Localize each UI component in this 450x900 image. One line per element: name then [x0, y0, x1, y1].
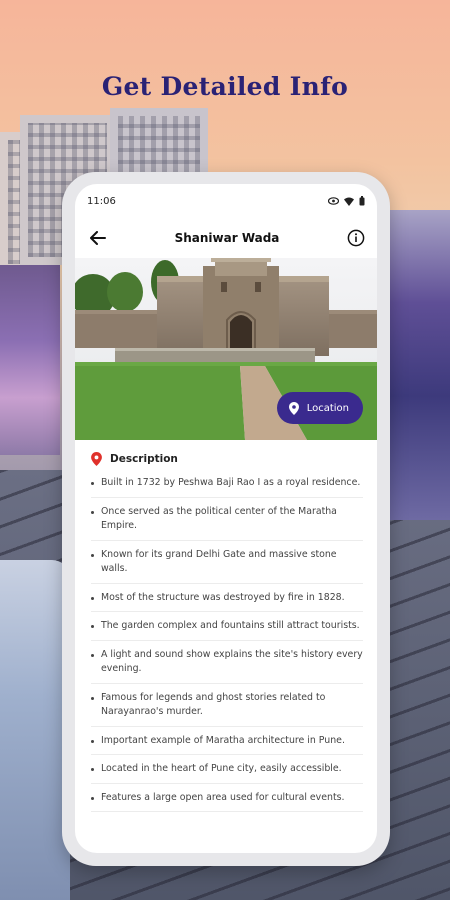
location-pin-icon	[91, 452, 102, 466]
eye-icon	[328, 197, 339, 205]
list-item: The garden complex and fountains still a…	[91, 619, 363, 641]
info-button[interactable]	[345, 227, 367, 249]
location-button-label: Location	[306, 402, 349, 414]
hero-image: Location	[75, 258, 377, 440]
list-item: Known for its grand Delhi Gate and massi…	[91, 548, 363, 584]
page-title: Shaniwar Wada	[174, 231, 280, 245]
status-bar: 11:06	[75, 184, 377, 218]
location-button[interactable]: Location	[276, 392, 363, 424]
app-bar: Shaniwar Wada	[75, 218, 377, 258]
list-item: Most of the structure was destroyed by f…	[91, 591, 363, 612]
fact-list: Built in 1732 by Peshwa Baji Rao I as a …	[91, 476, 363, 812]
list-item: Located in the heart of Pune city, easil…	[91, 762, 363, 784]
phone-frame: 11:06 Shaniwar Wada Location Description…	[62, 172, 390, 866]
description-section: Description Built in 1732 by Peshwa Baji…	[75, 440, 377, 812]
app-screen: 11:06 Shaniwar Wada Location Description…	[75, 184, 377, 853]
info-icon	[347, 229, 365, 247]
status-time: 11:06	[87, 195, 116, 207]
background-train-left	[0, 265, 60, 455]
description-heading: Description	[110, 453, 178, 465]
list-item: Famous for legends and ghost stories rel…	[91, 691, 363, 727]
location-pin-icon	[288, 401, 299, 415]
wifi-icon	[344, 197, 354, 206]
description-header: Description	[91, 452, 363, 466]
list-item: Important example of Maratha architectur…	[91, 734, 363, 755]
background-train-right	[390, 210, 450, 520]
list-item: A light and sound show explains the site…	[91, 648, 363, 684]
back-button[interactable]	[87, 227, 109, 249]
promo-headline: Get Detailed Info	[101, 72, 349, 101]
arrow-left-icon	[90, 231, 106, 245]
battery-icon	[359, 196, 365, 206]
list-item: Built in 1732 by Peshwa Baji Rao I as a …	[91, 476, 363, 498]
background-train-car	[0, 560, 70, 900]
list-item: Features a large open area used for cult…	[91, 791, 363, 812]
list-item: Once served as the political center of t…	[91, 505, 363, 541]
